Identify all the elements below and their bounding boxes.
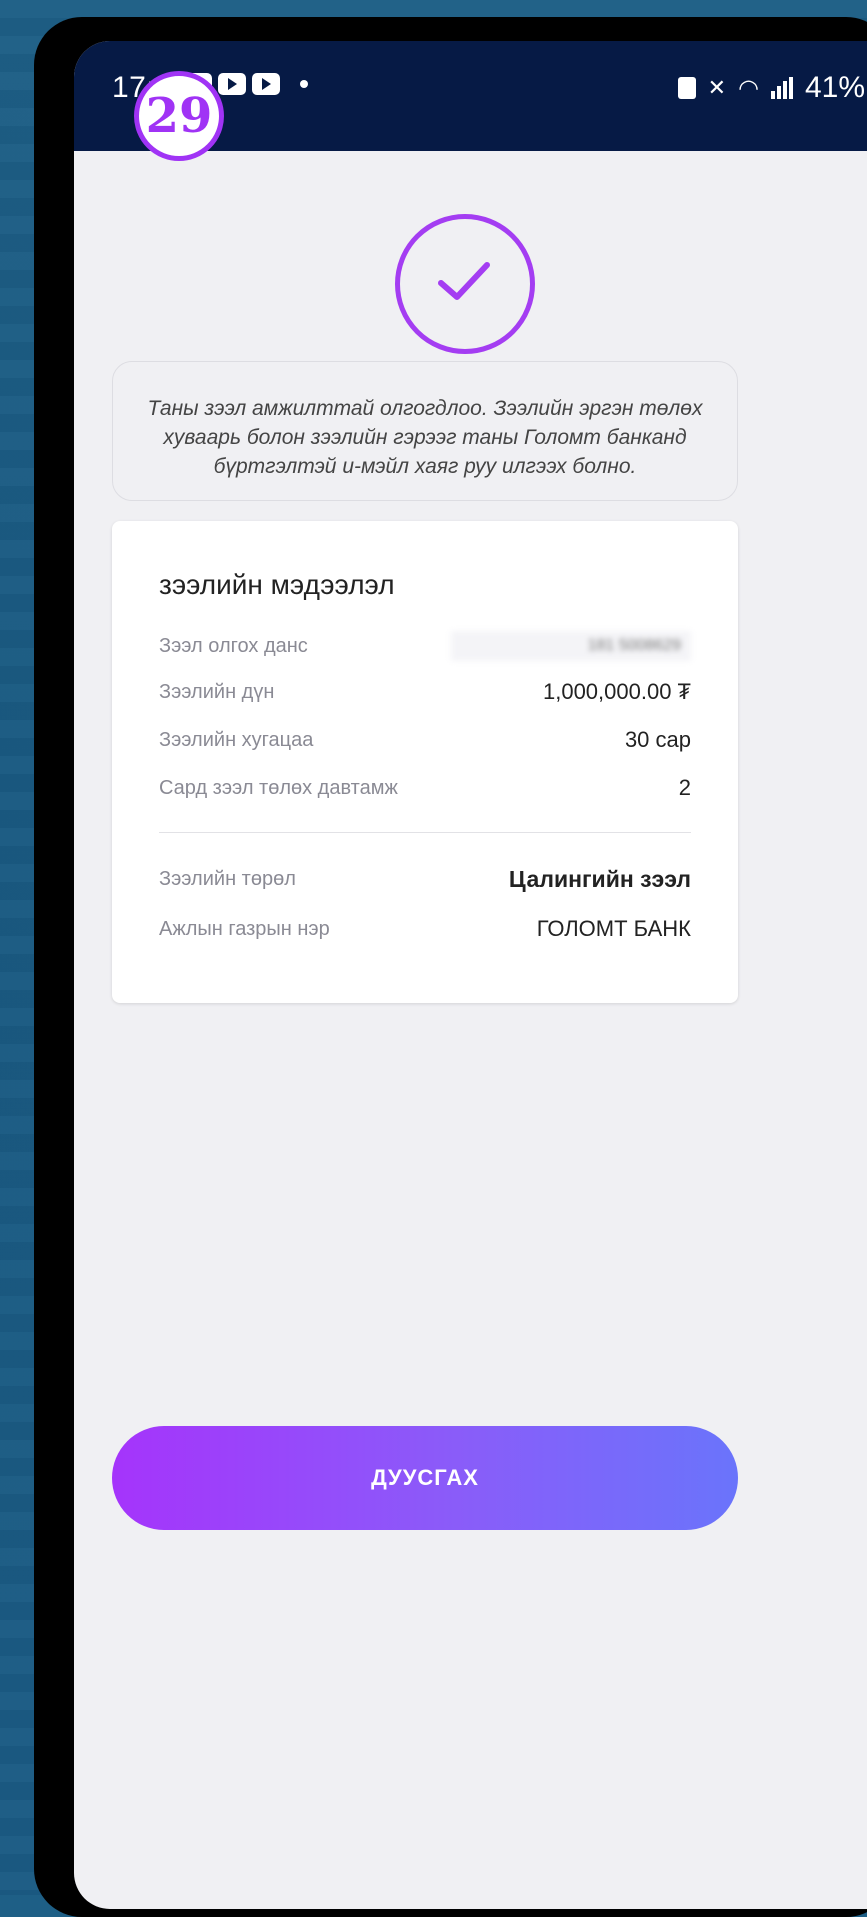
- row-label: Сард зээл төлөх давтамж: [159, 776, 398, 799]
- loan-row-employer: Ажлын газрын нэр ГОЛОМТ БАНК: [159, 916, 691, 942]
- success-check-icon: [395, 214, 535, 354]
- row-value: 1,000,000.00 ₮: [542, 679, 691, 704]
- system-icons: ✕ ◠ 41%: [677, 71, 867, 105]
- row-value: 30 сар: [624, 727, 691, 752]
- loan-info-title: зээлийн мэдээлэл: [159, 569, 395, 600]
- divider: [159, 832, 691, 833]
- finish-button[interactable]: ДУУСГАХ: [112, 1426, 738, 1530]
- row-value: Цалингийн зээл: [508, 866, 691, 892]
- lock-icon: [677, 77, 696, 99]
- row-value: 2: [678, 775, 691, 800]
- row-label: Зээлийн дүн: [159, 680, 275, 703]
- loan-row-term: Зээлийн хугацаа 30 сар: [159, 727, 691, 753]
- row-label: Зээлийн хугацаа: [159, 728, 314, 751]
- phone-frame: 17:46 ✕ ◠ 41% 29: [34, 17, 867, 1917]
- step-number-badge: 29: [134, 71, 224, 161]
- loan-info-card: зээлийн мэдээлэл Зээл олгох данс 181 500…: [112, 521, 738, 1003]
- more-notifications-icon: [300, 80, 308, 88]
- loan-row-frequency: Сард зээл төлөх давтамж 2: [159, 775, 691, 801]
- check-icon: [438, 262, 490, 300]
- signal-icon: [770, 77, 793, 99]
- youtube-icon: [252, 73, 280, 95]
- row-value: ГОЛОМТ БАНК: [536, 916, 691, 941]
- wifi-icon: ◠: [738, 74, 759, 102]
- loan-row-account: Зээл олгох данс 181 5008629: [159, 631, 691, 661]
- battery-percent: 41%: [804, 71, 865, 104]
- mute-icon: ✕: [707, 75, 726, 100]
- success-notice: Таны зээл амжилттай олгогдлоо. Зээлийн э…: [112, 361, 738, 501]
- youtube-icon: [218, 73, 246, 95]
- loan-row-type: Зээлийн төрөл Цалингийн зээл: [159, 866, 691, 893]
- row-label: Зээлийн төрөл: [159, 868, 296, 890]
- loan-row-amount: Зээлийн дүн 1,000,000.00 ₮: [159, 679, 691, 705]
- row-label: Ажлын газрын нэр: [159, 917, 330, 940]
- app-screen: 17:46 ✕ ◠ 41% 29: [74, 41, 867, 1909]
- row-value: 181 5008629: [451, 631, 691, 661]
- row-label: Зээл олгох данс: [159, 634, 308, 657]
